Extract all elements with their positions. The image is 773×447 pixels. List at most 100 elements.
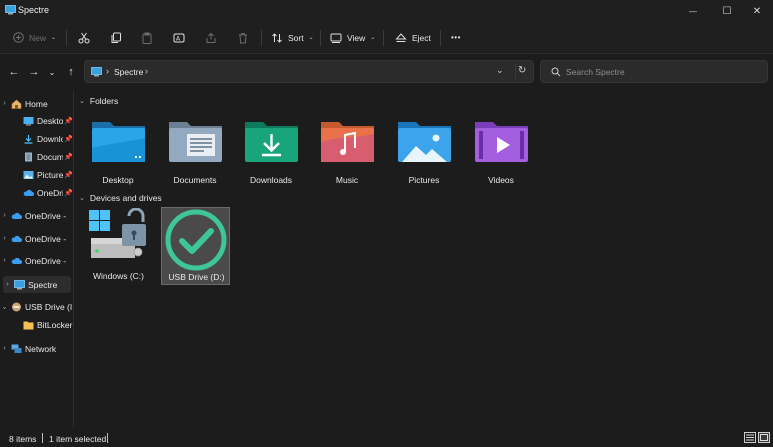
paste-icon bbox=[142, 32, 152, 44]
folder-documents[interactable]: Documents bbox=[160, 114, 230, 186]
folder-pictures[interactable]: Pictures bbox=[389, 114, 459, 186]
chevron-down-icon[interactable]: ⌄ bbox=[79, 194, 85, 202]
sidebar-item-network[interactable]: › Network bbox=[0, 340, 73, 357]
computer-icon bbox=[14, 279, 25, 289]
copy-icon bbox=[111, 32, 121, 43]
chevron-down-icon[interactable]: ⌄ bbox=[79, 97, 85, 105]
toolbar-divider bbox=[261, 30, 262, 46]
close-button[interactable]: ✕ bbox=[740, 0, 773, 22]
chevron-right-icon[interactable]: › bbox=[0, 345, 9, 352]
folder-videos[interactable]: Videos bbox=[466, 114, 536, 186]
search-box[interactable]: Search Spectre bbox=[540, 60, 768, 83]
breadcrumb-separator: › bbox=[106, 66, 109, 76]
sidebar-item-usb-drive[interactable]: ⌄ USB Drive (I bbox=[0, 298, 73, 315]
cut-button[interactable] bbox=[78, 22, 90, 53]
large-icons-view-button[interactable] bbox=[758, 432, 770, 443]
pin-icon[interactable]: 📌 bbox=[64, 189, 73, 197]
details-view-button[interactable] bbox=[744, 432, 756, 443]
folder-downloads[interactable]: Downloads bbox=[236, 114, 306, 186]
sidebar-item-documents[interactable]: Documents 📌 bbox=[0, 148, 73, 165]
documents-folder-icon bbox=[169, 122, 222, 162]
folder-music[interactable]: Music bbox=[312, 114, 382, 186]
trash-icon bbox=[239, 32, 247, 43]
search-input[interactable]: Search Spectre bbox=[566, 67, 625, 77]
devices-group-header[interactable]: ⌄ Devices and drives bbox=[79, 193, 162, 203]
svg-text:A: A bbox=[176, 35, 181, 42]
chevron-down-icon: ⌄ bbox=[51, 35, 57, 41]
network-icon bbox=[11, 344, 22, 353]
share-button[interactable] bbox=[205, 22, 217, 53]
arrow-right-icon: → bbox=[28, 66, 40, 78]
new-button[interactable]: New ⌄ bbox=[13, 22, 56, 53]
sidebar-item-onedrive-1[interactable]: › OneDrive - bbox=[0, 207, 73, 224]
pin-icon[interactable]: 📌 bbox=[64, 117, 73, 125]
eject-button[interactable]: Eject bbox=[395, 22, 431, 53]
chevron-down-icon: ⌄ bbox=[370, 35, 376, 41]
recent-locations-button[interactable]: ⌄ bbox=[43, 63, 61, 81]
title-bar: Spectre — ☐ ✕ bbox=[0, 0, 773, 22]
folder-desktop[interactable]: Desktop bbox=[83, 114, 153, 186]
pictures-folder-icon bbox=[398, 122, 451, 162]
chevron-right-icon[interactable]: › bbox=[0, 212, 9, 219]
folders-group-header[interactable]: ⌄ Folders bbox=[79, 96, 118, 106]
checkmark-circle-icon bbox=[165, 209, 227, 271]
sidebar-item-spectre[interactable]: › Spectre bbox=[3, 276, 71, 293]
sidebar-item-onedrive-pinned[interactable]: OneDrive 📌 bbox=[0, 184, 73, 201]
drive-usb-d[interactable]: USB Drive (D:) bbox=[161, 207, 230, 285]
forward-button[interactable]: → bbox=[25, 63, 43, 81]
address-history-chevron-icon[interactable]: ⌄ bbox=[496, 65, 504, 76]
add-icon bbox=[13, 32, 24, 43]
onedrive-cloud-icon bbox=[11, 235, 22, 242]
desktop-folder-icon bbox=[92, 122, 145, 162]
paste-button[interactable] bbox=[141, 22, 153, 53]
delete-button[interactable] bbox=[237, 22, 249, 53]
drive-windows-c[interactable]: Windows (C:) bbox=[84, 207, 153, 285]
back-button[interactable]: ← bbox=[5, 63, 23, 81]
computer-icon bbox=[91, 67, 102, 77]
rename-icon: A bbox=[173, 33, 185, 42]
pin-icon[interactable]: 📌 bbox=[64, 153, 73, 161]
copy-button[interactable] bbox=[110, 22, 122, 53]
address-divider bbox=[515, 64, 516, 79]
pin-icon[interactable]: 📌 bbox=[64, 171, 73, 179]
sidebar-item-home[interactable]: › Home bbox=[0, 95, 73, 112]
minimize-button[interactable]: — bbox=[676, 0, 710, 22]
sidebar-item-bitlocker[interactable]: BitLocker bbox=[0, 316, 73, 333]
rename-button[interactable]: A bbox=[173, 22, 185, 53]
large-icons-view-icon bbox=[760, 434, 768, 441]
view-icon bbox=[330, 33, 342, 43]
scissors-icon bbox=[78, 32, 90, 43]
view-button[interactable]: View ⌄ bbox=[330, 22, 375, 53]
pin-icon[interactable]: 📌 bbox=[64, 135, 73, 143]
chevron-right-icon[interactable]: › bbox=[3, 281, 12, 288]
onedrive-cloud-icon bbox=[23, 189, 34, 196]
videos-folder-icon bbox=[475, 122, 528, 162]
more-options-button[interactable]: ••• bbox=[451, 22, 461, 53]
downloads-folder-icon bbox=[24, 134, 33, 144]
search-icon bbox=[551, 67, 561, 77]
chevron-down-icon[interactable]: ⌄ bbox=[0, 303, 9, 311]
address-bar[interactable]: › Spectre › ⌄ ↻ bbox=[84, 60, 534, 83]
sidebar-item-pictures[interactable]: Pictures 📌 bbox=[0, 166, 73, 183]
bitlocker-unlocked-drive-icon bbox=[89, 208, 146, 258]
toolbar-divider bbox=[383, 30, 384, 46]
onedrive-cloud-icon bbox=[11, 257, 22, 264]
sidebar-item-downloads[interactable]: Downloads 📌 bbox=[0, 130, 73, 147]
chevron-right-icon[interactable]: › bbox=[0, 235, 9, 242]
arrow-left-icon: ← bbox=[8, 66, 20, 78]
sidebar-item-desktop[interactable]: Desktop 📌 bbox=[0, 112, 73, 129]
sort-button[interactable]: Sort ⌄ bbox=[271, 22, 314, 53]
breadcrumb-spectre[interactable]: Spectre bbox=[114, 67, 143, 77]
maximize-button[interactable]: ☐ bbox=[710, 0, 744, 22]
sidebar-item-onedrive-3[interactable]: › OneDrive - bbox=[0, 252, 73, 269]
chevron-right-icon[interactable]: › bbox=[0, 100, 9, 107]
music-folder-icon bbox=[321, 122, 374, 162]
arrow-up-icon: ↑ bbox=[68, 66, 74, 78]
refresh-icon[interactable]: ↻ bbox=[518, 65, 526, 76]
file-view: ⌄ Folders Desktop Documents Downloads Mu… bbox=[75, 90, 773, 428]
chevron-down-icon: ⌄ bbox=[308, 35, 314, 41]
up-button[interactable]: ↑ bbox=[62, 63, 80, 81]
desktop-folder-icon bbox=[23, 116, 34, 125]
sidebar-item-onedrive-2[interactable]: › OneDrive - bbox=[0, 230, 73, 247]
chevron-right-icon[interactable]: › bbox=[0, 257, 9, 264]
